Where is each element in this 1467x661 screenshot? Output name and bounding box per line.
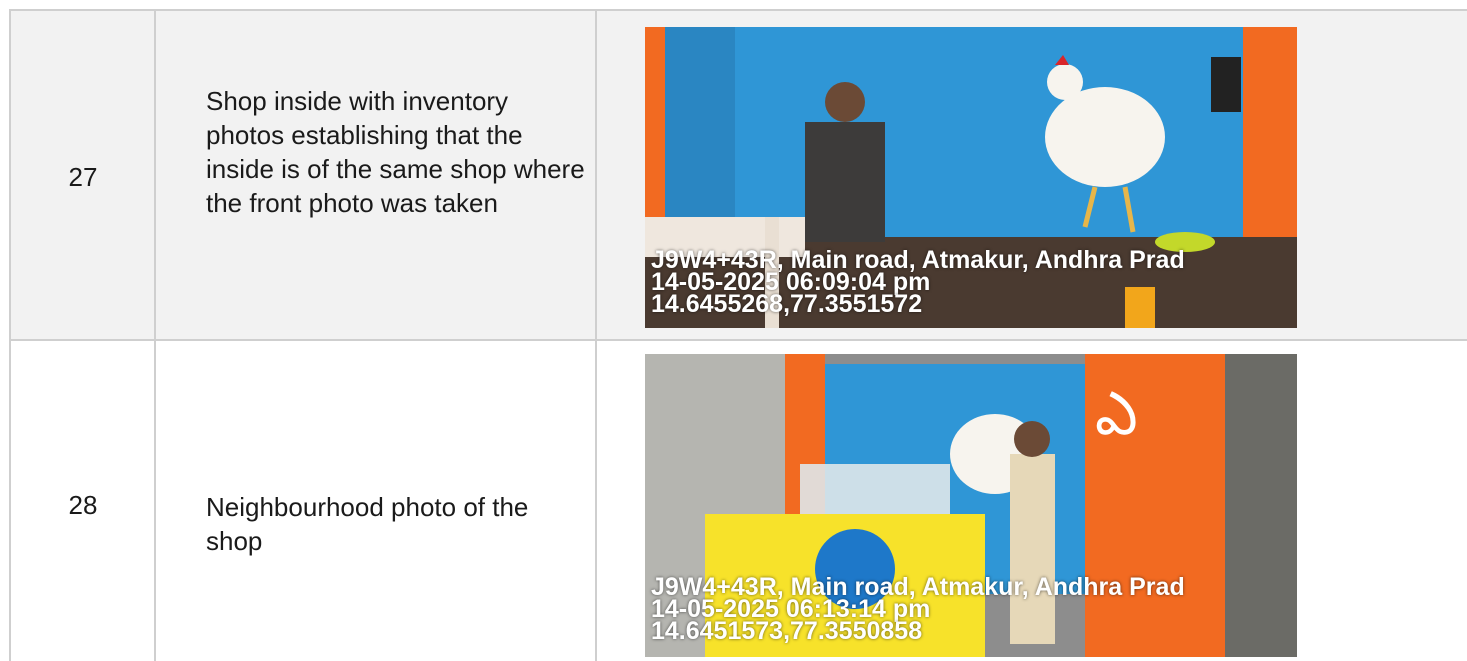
evidence-table: 27 Shop inside with inventory photos est… — [0, 0, 1467, 661]
shop-front-photo: ఎ J9W4+43R, Main road, Atmakur, Andhra P… — [645, 354, 1297, 657]
row-description: Neighbourhood photo of the shop — [206, 492, 529, 556]
row-number: 28 — [68, 490, 98, 520]
table-border — [10, 9, 1467, 11]
stamp-coordinates: 14.6451573,77.3550858 — [651, 617, 923, 645]
row-divider — [10, 339, 1467, 341]
column-divider — [595, 9, 597, 661]
shop-interior-photo: J9W4+43R, Main road, Atmakur, Andhra Pra… — [645, 27, 1297, 328]
column-divider — [154, 9, 156, 661]
stamp-coordinates: 14.6455268,77.3551572 — [651, 290, 923, 318]
column-divider — [9, 9, 11, 661]
photo-geo-stamp: J9W4+43R, Main road, Atmakur, Andhra Pra… — [651, 575, 1185, 645]
photo-geo-stamp: J9W4+43R, Main road, Atmakur, Andhra Pra… — [651, 248, 1185, 318]
row-description: Shop inside with inventory photos establ… — [206, 86, 585, 218]
svg-text:ఎ: ఎ — [1095, 379, 1138, 449]
row-number: 27 — [68, 162, 98, 192]
